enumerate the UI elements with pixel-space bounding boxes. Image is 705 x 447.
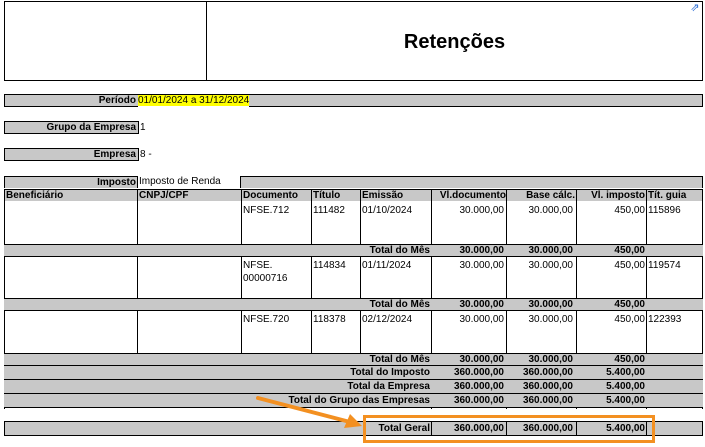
- month-total-label: Total do Mês: [369, 245, 430, 256]
- month-total-vl-documento: 30.000,00: [459, 354, 505, 365]
- month-total-label: Total do Mês: [369, 299, 430, 310]
- row2-vl-imposto: 450,00: [614, 260, 645, 271]
- row3-vl-imposto: 450,00: [614, 314, 645, 325]
- imposto-value: Imposto de Renda: [137, 176, 241, 188]
- row2-tit-guia: 119574: [648, 260, 681, 271]
- month-total-base-calc: 30.000,00: [528, 245, 574, 256]
- total-empresa-vl-imposto: 5.400,00: [606, 381, 645, 392]
- row3-vl-documento: 30.000,00: [459, 314, 505, 325]
- total-imposto-vl-imposto: 5.400,00: [606, 367, 645, 378]
- row3-tit-guia: 122393: [648, 314, 682, 325]
- row2-emissao: 01/11/2024: [362, 260, 412, 271]
- periodo-value: 01/01/2024 a 31/12/2024: [138, 95, 250, 106]
- row2-documento: NFSE.: [243, 260, 273, 271]
- row1-vl-imposto: 450,00: [614, 205, 645, 216]
- row3-titulo: 118378: [313, 314, 346, 325]
- row1-tit-guia: 115896: [648, 205, 681, 216]
- total-grupo-vl-documento: 360.000,00: [453, 395, 504, 406]
- row3-base-calc: 30.000,00: [528, 314, 574, 325]
- month-total-base-calc: 30.000,00: [528, 299, 574, 310]
- total-grupo-vl-imposto: 5.400,00: [606, 395, 645, 406]
- month-total-label: Total do Mês: [369, 354, 430, 365]
- total-grupo-base-calc: 360.000,00: [522, 395, 573, 406]
- row1-documento: NFSE.712: [243, 205, 290, 216]
- annotation-highlight-box: [363, 415, 655, 443]
- month-total-vl-imposto: 450,00: [614, 299, 645, 310]
- empresa-value: 8 -: [138, 148, 703, 161]
- row2-vl-documento: 30.000,00: [459, 260, 505, 271]
- row1-emissao: 01/10/2024: [362, 205, 413, 216]
- imposto-label: Imposto: [97, 177, 136, 188]
- row2-documento-cont: 00000716: [243, 273, 288, 284]
- grupo-label: Grupo da Empresa: [46, 122, 136, 133]
- month-total-vl-imposto: 450,00: [614, 354, 645, 365]
- grupo-value: 1: [138, 121, 703, 134]
- total-imposto-base-calc: 360.000,00: [522, 367, 573, 378]
- total-empresa-base-calc: 360.000,00: [522, 381, 573, 392]
- empresa-label: Empresa: [93, 149, 136, 160]
- periodo-label: Período: [98, 95, 136, 106]
- row3-documento: NFSE.720: [243, 314, 290, 325]
- total-imposto-label: Total do Imposto: [350, 367, 430, 378]
- page-title: Retenções: [403, 31, 506, 53]
- total-empresa-vl-documento: 360.000,00: [453, 381, 504, 392]
- report-page: { "title": "Retenções", "filters": { "pe…: [0, 0, 705, 447]
- row3-emissao: 02/12/2024: [362, 314, 413, 325]
- annotation-arrow-icon: [256, 396, 362, 428]
- row1-titulo: 111482: [313, 205, 345, 216]
- month-total-vl-documento: 30.000,00: [459, 299, 505, 310]
- row2-titulo: 114834: [313, 260, 346, 271]
- month-total-base-calc: 30.000,00: [528, 354, 574, 365]
- row2-base-calc: 30.000,00: [528, 260, 574, 271]
- row1-base-calc: 30.000,00: [528, 205, 574, 216]
- total-imposto-vl-documento: 360.000,00: [453, 367, 504, 378]
- row1-vl-documento: 30.000,00: [459, 205, 505, 216]
- month-total-vl-imposto: 450,00: [614, 245, 645, 256]
- month-total-vl-documento: 30.000,00: [459, 245, 505, 256]
